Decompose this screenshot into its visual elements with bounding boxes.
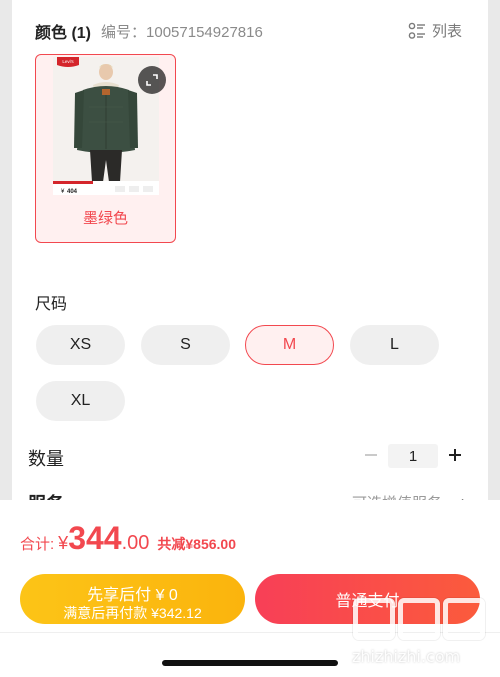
pay-later-button[interactable]: 先享后付 ¥ 0 满意后再付款 ¥342.12 [20, 574, 245, 624]
size-option-l[interactable]: L [350, 325, 439, 365]
total-amount-integer: 344 [68, 520, 122, 556]
watermark-glyph [353, 598, 395, 640]
decrease-quantity-icon[interactable] [363, 445, 379, 465]
quantity-label: 数量 [28, 449, 64, 469]
color-section-title: 颜色 (1) [35, 25, 92, 42]
expand-icon [146, 74, 158, 86]
watermark-glyph [443, 598, 485, 640]
photo-price-tag: 404 [67, 189, 78, 195]
total-label: 合计: [20, 536, 55, 553]
increase-quantity-icon[interactable] [447, 447, 463, 463]
expand-image-button[interactable] [138, 66, 166, 94]
total-amount-decimal: .00 [121, 532, 150, 554]
size-option-m-selected[interactable]: M [245, 325, 334, 365]
sku-selection-sheet: 颜色 (1) 编号：10057154927816 列表 Levi's ¥ 404… [12, 0, 488, 500]
watermark-logo [353, 598, 485, 640]
brand-tag-text: Levi's [62, 59, 74, 64]
watermark-glyph [398, 598, 440, 640]
color-name: 墨绿色 [82, 210, 128, 227]
discount-text: 共减¥856.00 [157, 536, 236, 552]
list-icon [408, 22, 425, 39]
size-option-xl[interactable]: XL [36, 381, 125, 421]
pay-later-subtitle: 满意后再付款 ¥342.12 [63, 605, 202, 621]
color-header: 颜色 (1) 编号：10057154927816 [35, 20, 263, 43]
size-option-s[interactable]: S [141, 325, 230, 365]
list-view-button[interactable]: 列表 [408, 20, 462, 41]
home-indicator[interactable] [162, 660, 338, 666]
color-swatch-selected[interactable]: Levi's ¥ 404 墨绿色 [35, 54, 176, 243]
total-price: 合计: ¥ 344 .00 共减¥856.00 [20, 520, 236, 557]
sku-number: 编号：10057154927816 [101, 23, 263, 41]
quantity-input[interactable]: 1 [388, 444, 438, 468]
pay-later-title: 先享后付 ¥ 0 [87, 587, 178, 604]
currency-symbol: ¥ [58, 533, 69, 553]
list-view-label: 列表 [431, 23, 462, 40]
size-section-title: 尺码 [35, 296, 68, 313]
watermark-text: zhizhizhi.com [352, 647, 461, 666]
size-option-xs[interactable]: XS [36, 325, 125, 365]
